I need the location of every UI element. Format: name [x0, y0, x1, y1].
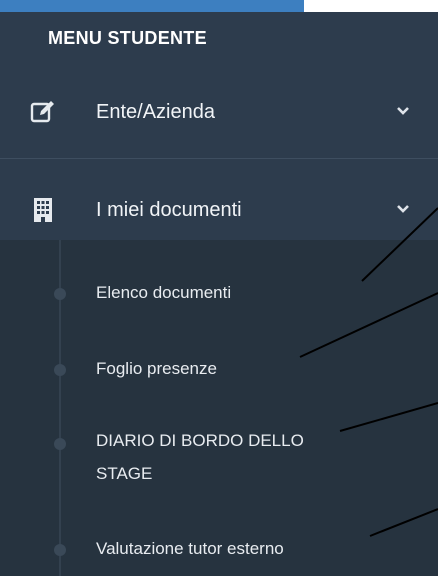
sidebar-item-label: I miei documenti — [96, 198, 242, 221]
building-icon — [30, 197, 56, 223]
chevron-down-icon — [396, 201, 410, 219]
submenu-miei-documenti: Elenco documenti Foglio presenze DIARIO … — [0, 240, 438, 576]
bullet-dot-icon — [54, 544, 66, 556]
bullet-dot-icon — [54, 438, 66, 450]
menu-header: MENU STUDENTE — [48, 28, 207, 48]
submenu-item-label: DIARIO DI BORDO DELLO STAGE — [96, 431, 304, 483]
bullet-dot-icon — [54, 364, 66, 376]
edit-icon — [30, 99, 56, 125]
submenu-item-valutazione-tutor[interactable]: Valutazione tutor esterno — [0, 530, 438, 570]
menu-divider — [0, 158, 438, 159]
sidebar-item-ente-azienda[interactable]: Ente/Azienda — [0, 74, 438, 150]
submenu-item-label: Foglio presenze — [96, 359, 217, 378]
submenu-item-label: Elenco documenti — [96, 283, 232, 302]
submenu-item-label: Valutazione tutor esterno — [96, 539, 284, 558]
submenu-item-foglio-presenze[interactable]: Foglio presenze — [0, 350, 438, 390]
top-accent-bar — [0, 0, 304, 12]
submenu-item-elenco-documenti[interactable]: Elenco documenti — [0, 274, 438, 314]
bullet-dot-icon — [54, 288, 66, 300]
sidebar-item-label: Ente/Azienda — [96, 100, 215, 123]
chevron-down-icon — [396, 103, 410, 121]
submenu-item-diario-di-bordo[interactable]: DIARIO DI BORDO DELLO STAGE — [0, 422, 438, 492]
sidebar-item-miei-documenti[interactable]: I miei documenti — [0, 172, 438, 248]
sidebar-menu: MENU STUDENTE Ente/Azienda I miei docume… — [0, 12, 438, 576]
